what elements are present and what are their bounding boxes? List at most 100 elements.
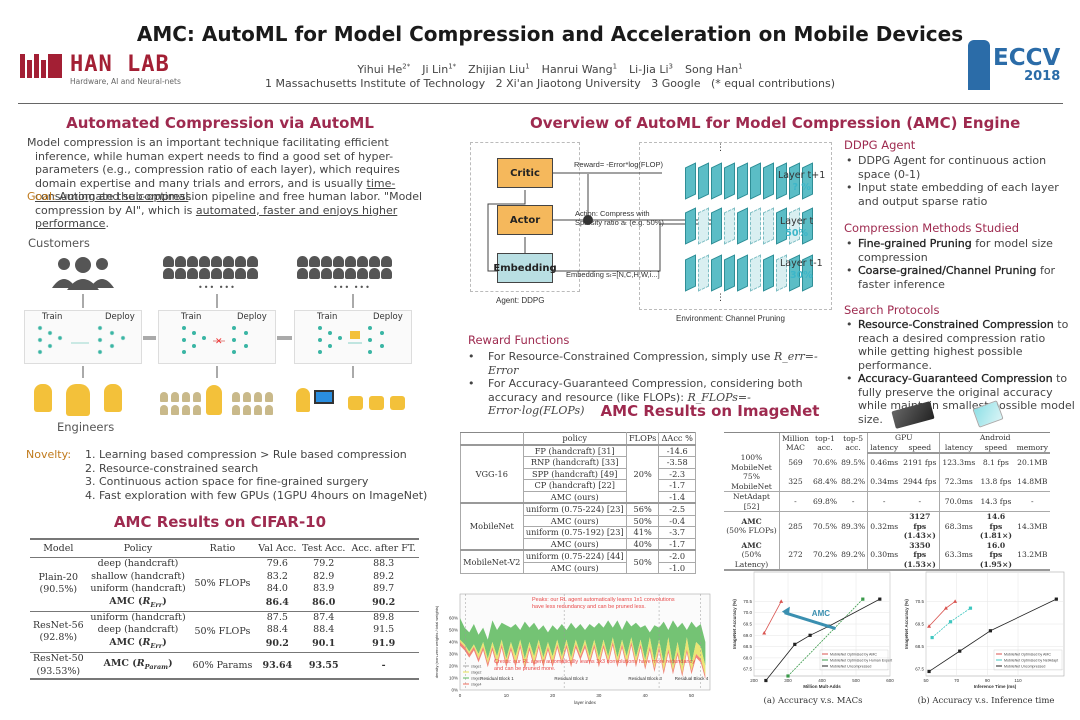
table-header-row: Model Policy Ratio Val Acc. Test Acc. Acc. af…: [30, 538, 419, 558]
data-point: [927, 669, 931, 674]
value-cell: 89.8: [348, 610, 419, 625]
memory-cell: 20.1MB: [1017, 458, 1048, 468]
engineer-crowd-icon: [160, 392, 201, 415]
author-name: Ji Lin1*: [422, 62, 457, 76]
down-arrow-icon: [352, 294, 354, 308]
model-cell: ResNet-50 (93.53%): [30, 652, 87, 681]
memory-cell: 13.2MB: [1014, 540, 1050, 571]
column-header: policy: [522, 432, 627, 445]
embedding-state-label: Embedding sₜ=[N,C,H,W,i...]: [566, 270, 660, 279]
goal-paragraph: Goal: Automate the compression pipeline …: [27, 190, 423, 230]
y-tick-label: 70.0: [743, 610, 752, 615]
column-header: Val Acc.: [255, 538, 300, 558]
reward-heading: Reward Functions: [468, 333, 570, 347]
column-header: memory: [1014, 442, 1050, 454]
value-cell: 89.2: [373, 570, 395, 582]
column-header: speed: [977, 442, 1015, 454]
author-affiliation-mark: 1: [525, 62, 530, 70]
block-label: Residual Block 4: [675, 676, 709, 681]
customer-icon: [187, 256, 198, 267]
x-tick-label: 400: [818, 678, 826, 683]
y-tick-label: 20%: [449, 664, 458, 669]
value-cell: 83.9: [313, 583, 335, 594]
customer-icon: [333, 268, 344, 279]
top5-cell: 88.2%: [841, 476, 866, 486]
gpu-speed-cell: -: [900, 491, 940, 512]
policy-cell: AMC (RErr): [109, 595, 167, 609]
policy-cell: RNP (handcraft) [33]: [522, 456, 627, 469]
customer-icon: [247, 256, 258, 267]
ddpg-item: Input state embedding of each layer and …: [846, 181, 1071, 208]
y-tick-label: 70.5: [915, 599, 924, 604]
engineer-icon: [160, 392, 168, 402]
y-tick-label: 67.5: [915, 667, 924, 672]
legend-label: stage3: [471, 677, 482, 681]
y-axis-label: density (non-zero weights / total weight…: [434, 605, 439, 678]
y-tick-label: 69.5: [743, 622, 752, 627]
conf-year: 2018: [1024, 68, 1061, 84]
feature-map-icon: [685, 254, 696, 292]
down-arrow-icon: [82, 294, 84, 308]
mac-cell: 285: [778, 511, 811, 541]
engineer-icon: [243, 405, 251, 415]
data-point: [930, 635, 934, 640]
gpu-latency-cell: 0.32ms: [867, 511, 901, 541]
x-tick-label: 10: [504, 693, 510, 698]
column-header: top-1 acc.: [810, 432, 840, 453]
novelty-item: 3. Continuous action space for fine-grai…: [85, 475, 369, 488]
data-point: [764, 678, 768, 683]
delta-acc-cell: -2.5: [658, 502, 696, 516]
customer-icon: [333, 256, 344, 267]
y-tick-label: 68.5: [915, 644, 924, 649]
methods-heading: Compression Methods Studied: [844, 221, 1020, 235]
x-tick-label: 600: [886, 678, 894, 683]
gpu-latency-cell: 0.34ms: [867, 472, 901, 492]
model-cell: AMC (50% Latency): [724, 540, 780, 571]
gpu-speed-cell: 3350 fps (1.53×): [900, 540, 940, 571]
customer-icon: [199, 268, 210, 279]
accuracy-vs-time-chart: 67.5 68.5 69.5 70.5 50 70 90 110Inference Time …: [904, 571, 1065, 689]
lab-name: HAN LAB: [70, 52, 170, 77]
x-tick-label: 20: [550, 693, 556, 698]
gpu-speed-cell: 2944 fps: [903, 476, 937, 486]
customers-label: Customers: [28, 236, 90, 250]
down-arrow-icon: [216, 366, 218, 378]
column-header: [724, 432, 780, 453]
deploy-label: Deploy: [373, 312, 403, 322]
x-tick-label: 90: [985, 678, 991, 683]
table-row: ResNet-56 (92.8%) uniform (handcraft) 50% F…: [30, 610, 419, 653]
legend-label: stage2: [471, 671, 482, 675]
novelty-list: 1. Learning based compression > Rule bas…: [85, 448, 435, 502]
customer-icon: [175, 268, 186, 279]
feature-map-icon: [698, 254, 709, 292]
policy-cell: uniform (0.75-224) [44]: [522, 549, 627, 563]
value-cell: 82.9: [313, 570, 335, 582]
model-cell: AMC (50% FLOPs): [724, 511, 780, 541]
author-list: Yihui He2* Ji Lin1* Zhijian Liu1 Hanrui Wan…: [250, 59, 850, 77]
engineer-icon: [265, 405, 273, 415]
x-tick-label: 50: [923, 678, 929, 683]
policy-cell: FP (handcraft) [31]: [522, 443, 627, 457]
protocol-item: Resource-Constrained Compression to reac…: [846, 318, 1076, 372]
reward-text: For Resource-Constrained Compression, si…: [488, 350, 774, 363]
engineer-icon: [232, 392, 240, 402]
layer-label: Layer t 50%: [780, 216, 813, 240]
customer-icon: [199, 256, 210, 267]
delta-acc-cell: -1.7: [658, 479, 696, 492]
customer-icon: [163, 256, 174, 267]
y-tick-label: 50%: [449, 628, 458, 633]
data-point: [988, 629, 992, 633]
value-cell: 91.5: [373, 624, 395, 636]
x-tick-label: 50: [689, 693, 695, 698]
policy-cell: uniform (handcraft): [90, 583, 186, 594]
legend-label: MobileNet Optimized by NetAdapt: [1004, 659, 1058, 663]
deploy-label: Deploy: [237, 312, 267, 322]
x-axis-label: Million Mult-Adds: [803, 684, 841, 689]
ratio-cell: 50% FLOPs: [194, 578, 251, 590]
column-header: Acc. after FT.: [348, 538, 419, 558]
feature-map-icon: [685, 162, 696, 200]
android-speed-cell: 16.0 fps (1.95×): [977, 540, 1015, 571]
table-row: NetAdapt [52] -69.8% - - -70.0ms 14.3 fps -: [724, 491, 1050, 512]
gpu-latency-cell: 0.46ms: [867, 453, 901, 472]
value-cell: 89.7: [373, 583, 395, 594]
